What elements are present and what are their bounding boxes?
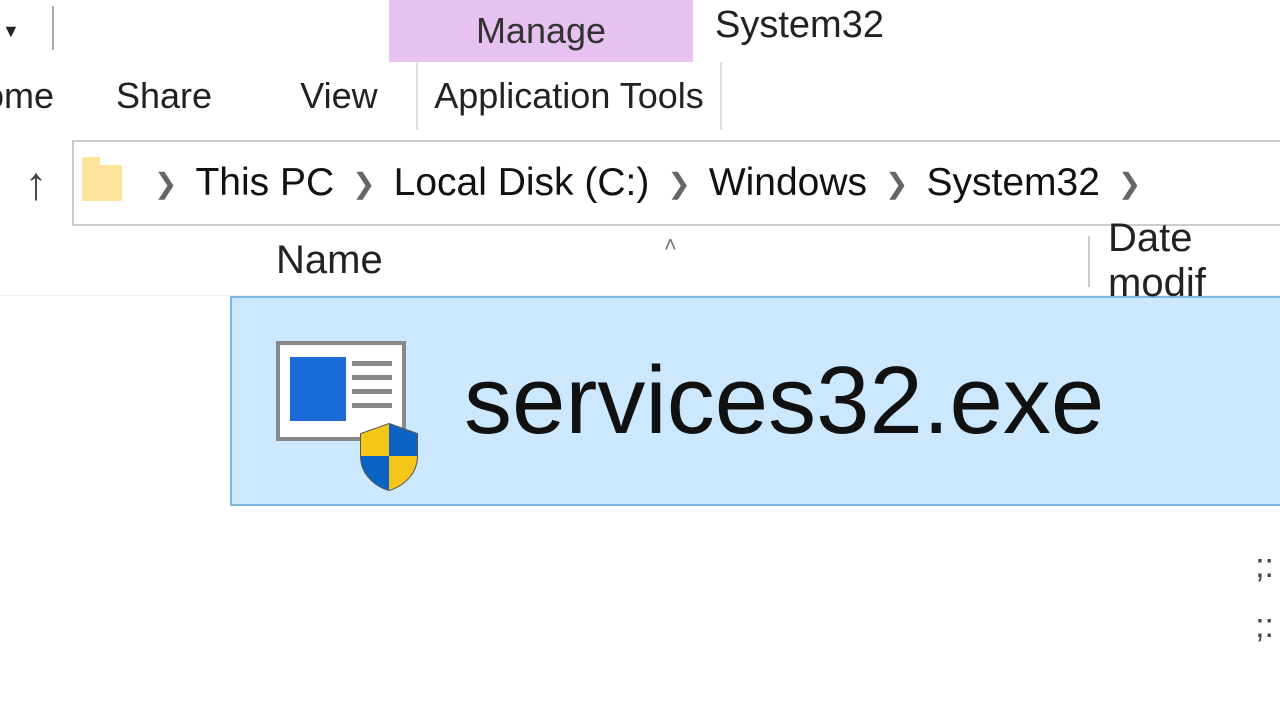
spacer (54, 0, 389, 62)
breadcrumb-item[interactable]: This PC (195, 161, 334, 205)
chevron-down-icon[interactable]: ▼ (2, 21, 20, 42)
ribbon-tab-home[interactable]: ome (0, 75, 64, 117)
window-title: System32 (693, 0, 1280, 62)
sort-indicator-icon: ˄ (664, 232, 677, 258)
chevron-right-icon: ❯ (154, 167, 177, 200)
separator (52, 6, 54, 50)
ribbon-tab-application-tools[interactable]: Application Tools (416, 62, 722, 130)
chevron-right-icon: ❯ (1118, 167, 1141, 200)
column-header-date-modified[interactable]: Date modif (1108, 216, 1280, 306)
breadcrumb-item[interactable]: Local Disk (C:) (394, 161, 650, 205)
ribbon-tab-view[interactable]: View (264, 75, 414, 117)
chevron-right-icon: ❯ (885, 167, 908, 200)
ribbon-tab-share[interactable]: Share (64, 75, 264, 117)
file-row[interactable]: services32.exe (230, 296, 1280, 506)
chevron-right-icon: ❯ (352, 167, 375, 200)
arrow-up-icon: ↑ (25, 156, 48, 210)
partial-text: ;: ;: (1255, 536, 1274, 656)
up-button[interactable]: ↑ (0, 156, 72, 210)
folder-icon (82, 165, 122, 201)
column-header-name[interactable]: Name (276, 238, 383, 283)
executable-icon (276, 341, 416, 461)
chevron-right-icon: ❯ (667, 167, 690, 200)
uac-shield-icon (356, 405, 422, 475)
ribbon-context-tab-manage[interactable]: Manage (389, 0, 693, 62)
quick-access-toolbar[interactable]: ▼ (0, 0, 54, 62)
breadcrumb-item[interactable]: System32 (927, 161, 1100, 205)
column-divider[interactable] (1088, 236, 1090, 287)
file-name: services32.exe (464, 346, 1104, 456)
breadcrumb[interactable]: ❯ This PC ❯ Local Disk (C:) ❯ Windows ❯ … (72, 140, 1280, 226)
breadcrumb-item[interactable]: Windows (709, 161, 867, 205)
